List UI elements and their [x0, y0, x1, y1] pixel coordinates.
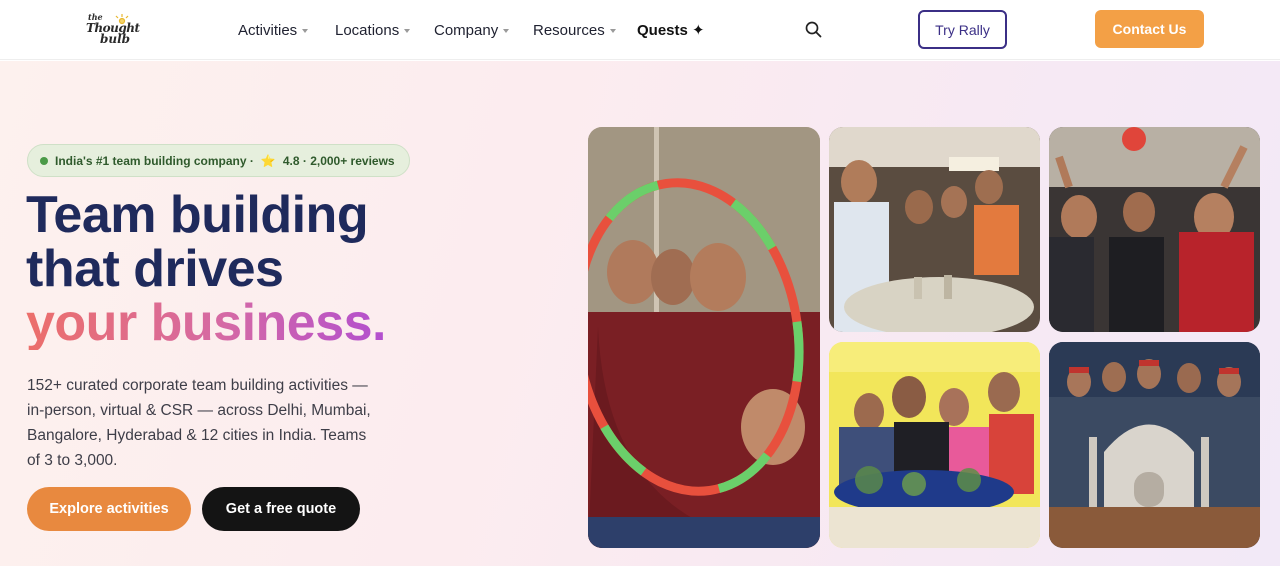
- gradient-headline: your business.: [26, 294, 387, 352]
- chevron-down-icon: [302, 29, 309, 33]
- logo-wordmark: the Thought bulb: [86, 12, 140, 46]
- contact-us-button[interactable]: Contact Us: [1095, 10, 1204, 48]
- try-rally-button[interactable]: Try Rally: [918, 10, 1007, 49]
- status-dot-icon: [40, 156, 48, 165]
- hero-headline: Team building that drives your business.: [26, 186, 387, 352]
- photo-team-hula-hoop: [588, 127, 820, 548]
- free-quote-button[interactable]: Get a free quote: [202, 487, 360, 531]
- photo-team-taj-mahal: [1049, 342, 1260, 548]
- thoughtbulb-logo[interactable]: the Thought bulb: [84, 12, 140, 48]
- search-button[interactable]: [803, 19, 825, 41]
- top-navigation: the Thought bulb Activities Locations Co…: [0, 0, 1280, 60]
- nav-activities[interactable]: Activities: [238, 0, 309, 60]
- nav-resources[interactable]: Resources: [533, 0, 616, 60]
- search-icon: [805, 21, 822, 38]
- nav-locations[interactable]: Locations: [335, 0, 411, 60]
- chevron-down-icon: [609, 29, 616, 33]
- hero-description: 152+ curated corporate team building act…: [27, 377, 371, 469]
- photo-team-terrarium: [829, 342, 1040, 548]
- explore-activities-button[interactable]: Explore activities: [27, 487, 191, 531]
- nav-quests[interactable]: Quests ✦: [637, 0, 705, 60]
- chevron-down-icon: [503, 29, 510, 33]
- star-icon: ⭐: [260, 153, 276, 168]
- nav-company[interactable]: Company: [434, 0, 510, 60]
- rating-badge: India's #1 team building company · ⭐ 4.8…: [27, 144, 410, 177]
- hero-section: India's #1 team building company · ⭐ 4.8…: [0, 61, 1280, 566]
- photo-team-party: [829, 127, 1040, 332]
- photo-team-cheering: [1049, 127, 1260, 332]
- chevron-down-icon: [404, 29, 411, 33]
